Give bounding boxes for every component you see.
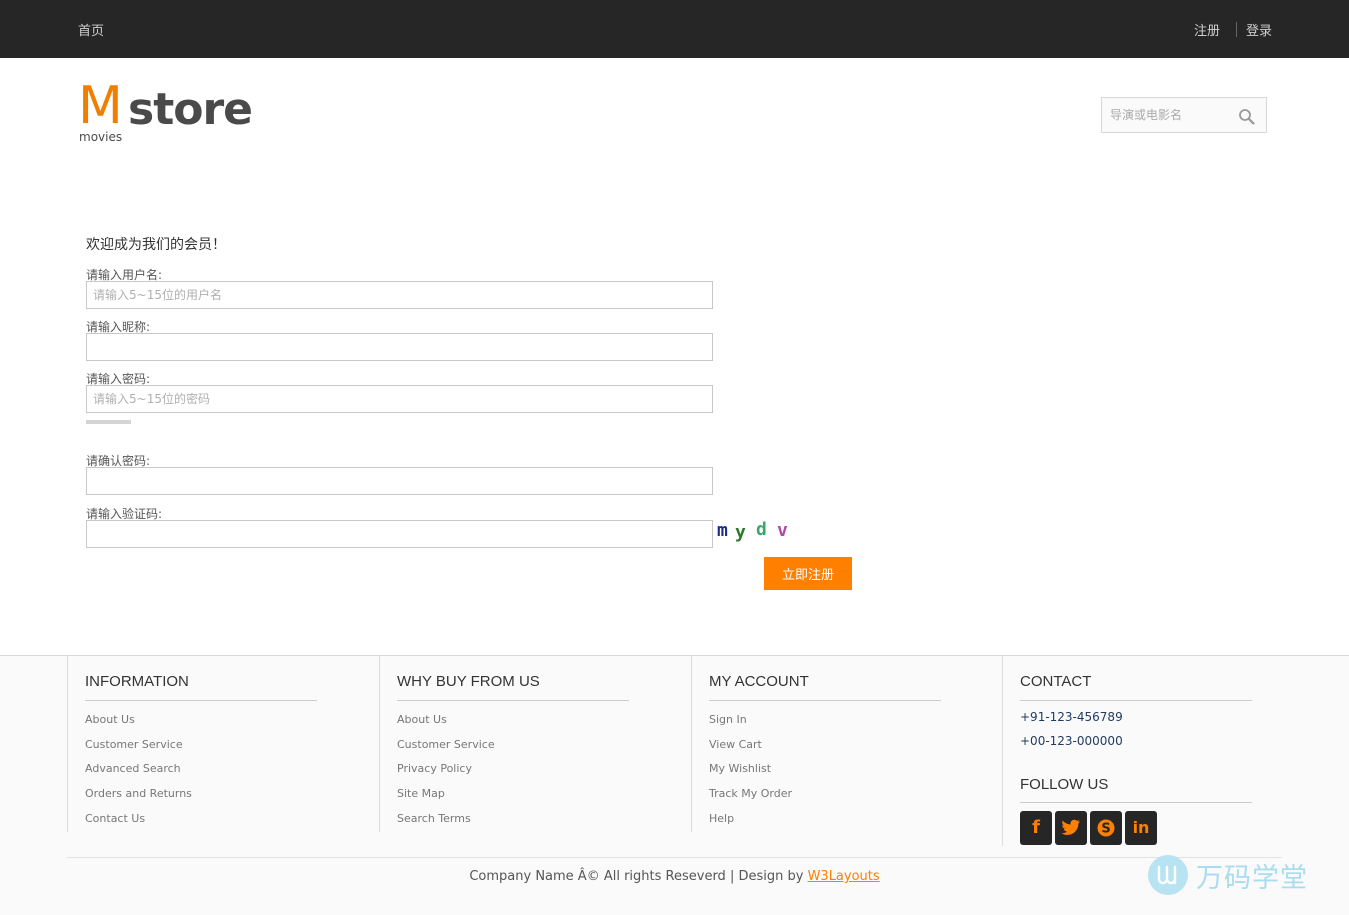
- nav-divider: [1235, 22, 1237, 37]
- footer-heading: INFORMATION: [85, 673, 317, 701]
- footer-link-list: About Us Customer Service Advanced Searc…: [85, 713, 192, 836]
- footer-link[interactable]: My Wishlist: [709, 762, 771, 775]
- skype-icon[interactable]: S: [1090, 811, 1122, 845]
- footer-link[interactable]: Track My Order: [709, 787, 792, 800]
- twitter-icon[interactable]: [1055, 811, 1087, 845]
- nickname-input[interactable]: [86, 333, 713, 361]
- captcha-char: y: [735, 522, 746, 543]
- footer-contact: CONTACT +91-123-456789 +00-123-000000 FO…: [1002, 656, 1282, 846]
- footer-link[interactable]: Contact Us: [85, 812, 145, 825]
- follow-us-heading: FOLLOW US: [1020, 776, 1252, 803]
- welcome-heading: 欢迎成为我们的会员！: [86, 237, 226, 253]
- auth-links: 注册 登录: [1194, 20, 1272, 39]
- footer-information: INFORMATION About Us Customer Service Ad…: [67, 656, 379, 832]
- footer-link-list: About Us Customer Service Privacy Policy…: [397, 713, 495, 836]
- footer-link[interactable]: Customer Service: [397, 738, 495, 751]
- footer-link[interactable]: About Us: [397, 713, 447, 726]
- designer-link[interactable]: W3Layouts: [808, 869, 880, 884]
- linkedin-icon[interactable]: in: [1125, 811, 1157, 845]
- contact-phone: +91-123-456789: [1020, 710, 1123, 724]
- contact-phone: +00-123-000000: [1020, 734, 1123, 748]
- watermark: 万码学堂: [1148, 854, 1308, 896]
- facebook-icon[interactable]: f: [1020, 811, 1052, 845]
- watermark-text: 万码学堂: [1196, 862, 1308, 894]
- username-input[interactable]: [86, 281, 713, 309]
- password-input[interactable]: [86, 385, 713, 413]
- footer-link[interactable]: Orders and Returns: [85, 787, 192, 800]
- top-navbar: 首页 注册 登录: [0, 0, 1349, 58]
- captcha-char: d: [756, 519, 767, 540]
- confirm-password-input[interactable]: [86, 467, 713, 495]
- password-strength-bar: [86, 420, 131, 424]
- footer-heading: CONTACT: [1020, 673, 1252, 701]
- logo-m: M: [78, 76, 123, 136]
- nav-register-link[interactable]: 注册: [1194, 20, 1220, 39]
- search-box: [1101, 97, 1267, 133]
- footer-link[interactable]: Site Map: [397, 787, 445, 800]
- site-footer: INFORMATION About Us Customer Service Ad…: [0, 655, 1349, 915]
- register-submit-button[interactable]: 立即注册: [764, 557, 852, 590]
- footer-heading: WHY BUY FROM US: [397, 673, 629, 701]
- footer-heading: MY ACCOUNT: [709, 673, 941, 701]
- copyright-text: Company Name Â© All rights Reseverd | De…: [0, 869, 1349, 884]
- footer-link[interactable]: Search Terms: [397, 812, 471, 825]
- footer-divider: [67, 857, 1282, 858]
- footer-link[interactable]: Help: [709, 812, 734, 825]
- watermark-logo-icon: [1148, 855, 1188, 895]
- site-logo[interactable]: M store movies: [78, 80, 253, 146]
- nav-home-link[interactable]: 首页: [78, 20, 104, 39]
- footer-link[interactable]: Sign In: [709, 713, 747, 726]
- search-icon[interactable]: [1238, 108, 1256, 126]
- footer-link[interactable]: Advanced Search: [85, 762, 181, 775]
- captcha-char: v: [777, 520, 788, 541]
- skype-glyph: S: [1101, 822, 1110, 837]
- footer-why-buy: WHY BUY FROM US About Us Customer Servic…: [379, 656, 691, 832]
- logo-store: store: [128, 84, 253, 135]
- captcha-char: m: [717, 520, 728, 541]
- footer-link[interactable]: About Us: [85, 713, 135, 726]
- copyright-label: Company Name Â© All rights Reseverd | De…: [469, 869, 804, 884]
- footer-link[interactable]: Customer Service: [85, 738, 183, 751]
- footer-my-account: MY ACCOUNT Sign In View Cart My Wishlist…: [691, 656, 1002, 832]
- captcha-input[interactable]: [86, 520, 713, 548]
- footer-link[interactable]: View Cart: [709, 738, 762, 751]
- logo-subtitle: movies: [79, 130, 123, 144]
- search-input[interactable]: [1102, 98, 1232, 132]
- footer-link[interactable]: Privacy Policy: [397, 762, 472, 775]
- footer-link-list: Sign In View Cart My Wishlist Track My O…: [709, 713, 792, 836]
- nav-login-link[interactable]: 登录: [1246, 20, 1272, 39]
- captcha-image[interactable]: m y d v: [716, 519, 796, 545]
